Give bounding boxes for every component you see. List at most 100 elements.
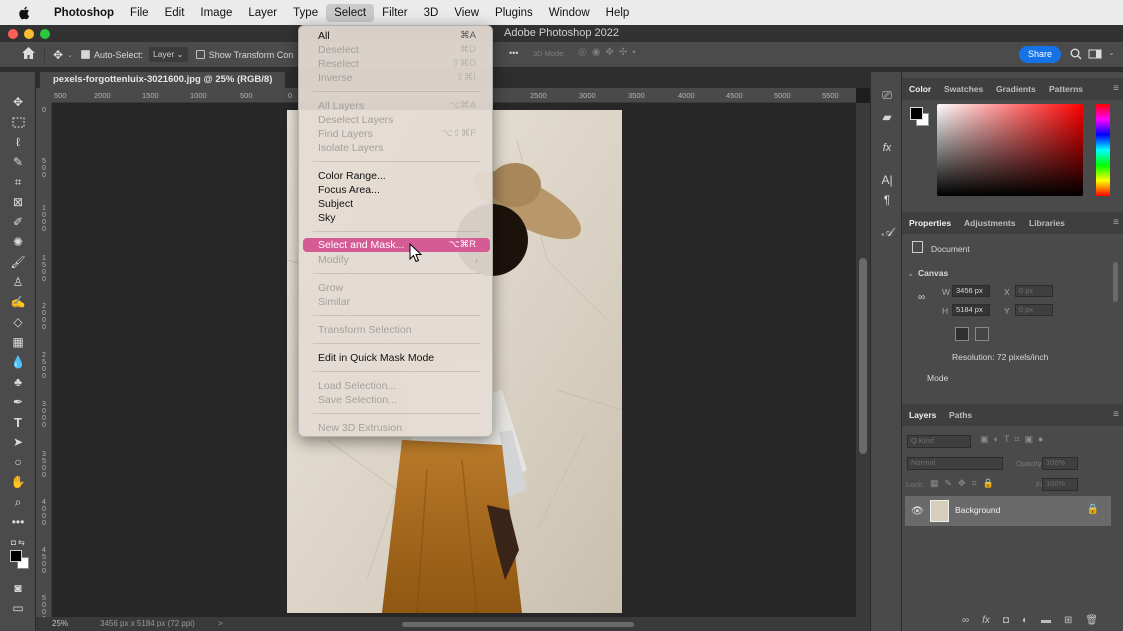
gradient-tool-icon[interactable]: ▦ (10, 334, 26, 350)
chevron-down-icon[interactable]: ⌄ (907, 268, 914, 279)
layer-name[interactable]: Background (955, 505, 1000, 515)
menu-item-inverse[interactable]: Inverse ⇧⌘I (303, 71, 490, 85)
document-tab[interactable]: pexels-forgottenluix-3021600.jpg @ 25% (… (40, 72, 286, 88)
menu-item-transform-selection[interactable]: Transform Selection (303, 323, 490, 337)
home-icon[interactable] (22, 47, 36, 62)
menu-item-sky[interactable]: Sky (303, 211, 490, 225)
dodge-tool-icon[interactable]: ♣ (10, 374, 26, 390)
glyphs-icon[interactable]: 𝒜 (880, 225, 894, 239)
tab-color[interactable]: Color (909, 84, 931, 94)
width-field[interactable]: 3456 px (952, 285, 990, 297)
menu-type[interactable]: Type (285, 4, 326, 22)
blur-tool-icon[interactable]: 💧 (10, 354, 26, 370)
adjustment-layer-icon[interactable]: ◐ (1022, 615, 1028, 626)
menu-item-save-selection[interactable]: Save Selection... (303, 393, 490, 407)
history-brush-tool-icon[interactable]: ✍ (10, 294, 26, 310)
menu-window[interactable]: Window (541, 4, 598, 22)
scrollbar-thumb[interactable] (859, 258, 867, 454)
menu-item-quick-mask[interactable]: Edit in Quick Mask Mode (303, 351, 490, 365)
new-layer-icon[interactable]: ⊞ (1064, 615, 1072, 626)
screen-mode-icon[interactable]: ▭ (10, 600, 26, 616)
properties-scrollbar[interactable] (1113, 262, 1118, 302)
x-field[interactable]: 0 px (1015, 285, 1053, 297)
new-group-icon[interactable]: ▬ (1041, 615, 1051, 626)
landscape-orientation-button[interactable] (975, 327, 989, 341)
tab-adjustments[interactable]: Adjustments (964, 218, 1015, 228)
menu-item-subject[interactable]: Subject (303, 197, 490, 211)
healing-brush-tool-icon[interactable]: ✺ (10, 234, 26, 250)
character-icon[interactable]: A| (880, 173, 894, 187)
menu-item-select-and-mask[interactable]: Select and Mask... ⌥⌘R (303, 238, 490, 252)
menu-filter[interactable]: Filter (374, 4, 416, 22)
blend-mode-dropdown[interactable]: Normal (907, 457, 1003, 470)
menu-help[interactable]: Help (598, 4, 638, 22)
color-picker-field[interactable] (937, 104, 1083, 196)
move-tool-icon[interactable]: ✥ (10, 94, 26, 110)
apple-icon[interactable] (18, 5, 32, 21)
tab-layers[interactable]: Layers (909, 410, 936, 420)
clone-stamp-tool-icon[interactable]: ♙ (10, 274, 26, 290)
trash-icon[interactable]: 🗑 (1085, 615, 1098, 626)
eraser-tool-icon[interactable]: ◇ (10, 314, 26, 330)
menu-image[interactable]: Image (192, 4, 240, 22)
fill-field[interactable]: 100% (1042, 478, 1078, 491)
foreground-color-swatch[interactable] (10, 550, 22, 562)
add-mask-icon[interactable]: ◘ (1003, 615, 1009, 626)
frame-tool-icon[interactable]: ⊠ (10, 194, 26, 210)
menu-item-modify[interactable]: Modify › (303, 253, 490, 267)
menu-item-find-layers[interactable]: Find Layers ⌥⇧⌘F (303, 127, 490, 141)
layer-row[interactable]: 👁 Background 🔒 (905, 496, 1111, 526)
panel-menu-icon[interactable]: ≡ (1113, 409, 1119, 420)
pen-tool-icon[interactable]: ✒ (10, 394, 26, 410)
menu-item-similar[interactable]: Similar (303, 295, 490, 309)
share-button[interactable]: Share (1019, 46, 1061, 63)
menu-view[interactable]: View (446, 4, 487, 22)
fx-icon[interactable]: fx (880, 142, 894, 156)
portrait-orientation-button[interactable] (955, 327, 969, 341)
visibility-eye-icon[interactable]: 👁 (911, 506, 924, 517)
quick-mask-icon[interactable]: ◙ (10, 580, 26, 596)
fx-icon[interactable]: fx (982, 615, 990, 626)
menu-photoshop[interactable]: Photoshop (46, 4, 122, 22)
color-panel-foreground[interactable] (910, 107, 923, 120)
comments-icon[interactable]: ▰ (880, 110, 894, 124)
menu-item-reselect[interactable]: Reselect ⇧⌘D (303, 57, 490, 71)
horizontal-scrollbar-thumb[interactable] (402, 622, 634, 627)
tab-paths[interactable]: Paths (949, 410, 972, 420)
menu-3d[interactable]: 3D (416, 4, 447, 22)
tab-libraries[interactable]: Libraries (1029, 218, 1065, 228)
ellipse-tool-icon[interactable]: ○ (10, 454, 26, 470)
menu-item-all[interactable]: All ⌘A (303, 29, 490, 43)
marquee-tool-icon[interactable] (10, 114, 26, 130)
vertical-scrollbar[interactable] (856, 103, 870, 617)
eyedropper-tool-icon[interactable]: ✐ (10, 214, 26, 230)
height-field[interactable]: 5184 px (952, 304, 990, 316)
quick-select-tool-icon[interactable]: ✎ (10, 154, 26, 170)
zoom-tool-icon[interactable]: ⌕ (10, 494, 26, 510)
chevron-down-icon[interactable]: ⌄ (67, 51, 73, 59)
canvas-section-label[interactable]: Canvas (918, 268, 948, 278)
menu-item-focus-area[interactable]: Focus Area... (303, 183, 490, 197)
history-icon[interactable]: ⎚ (880, 88, 894, 102)
auto-select-checkbox[interactable] (80, 50, 90, 59)
menu-file[interactable]: File (122, 4, 157, 22)
crop-tool-icon[interactable]: ⌗ (10, 174, 26, 190)
zoom-level[interactable]: 25% (52, 617, 68, 631)
lock-icons[interactable]: ▦✎✥⌗🔒 (930, 478, 1000, 489)
brush-tool-icon[interactable]: 🖌 (10, 254, 26, 270)
tab-gradients[interactable]: Gradients (996, 84, 1036, 94)
menu-select[interactable]: Select (326, 3, 375, 22)
menu-item-grow[interactable]: Grow (303, 281, 490, 295)
menu-layer[interactable]: Layer (240, 4, 285, 22)
lock-icon[interactable]: 🔒 (1087, 504, 1099, 515)
auto-select-dropdown[interactable]: Layer ⌄ (148, 47, 188, 62)
menu-item-isolate-layers[interactable]: Isolate Layers (303, 141, 490, 155)
link-layers-icon[interactable]: ∞ (962, 615, 969, 626)
move-tool-icon[interactable]: ✥ (53, 48, 63, 62)
layer-kind-filter[interactable]: Q Kind (907, 435, 971, 448)
hue-slider[interactable] (1096, 104, 1110, 196)
layer-filter-icons[interactable]: ▣◐T⌗▣● (980, 434, 1048, 445)
menu-item-load-selection[interactable]: Load Selection... (303, 379, 490, 393)
menu-item-deselect-layers[interactable]: Deselect Layers (303, 113, 490, 127)
3d-mode-icons[interactable]: ◎◉✥✣▪ (578, 47, 641, 58)
